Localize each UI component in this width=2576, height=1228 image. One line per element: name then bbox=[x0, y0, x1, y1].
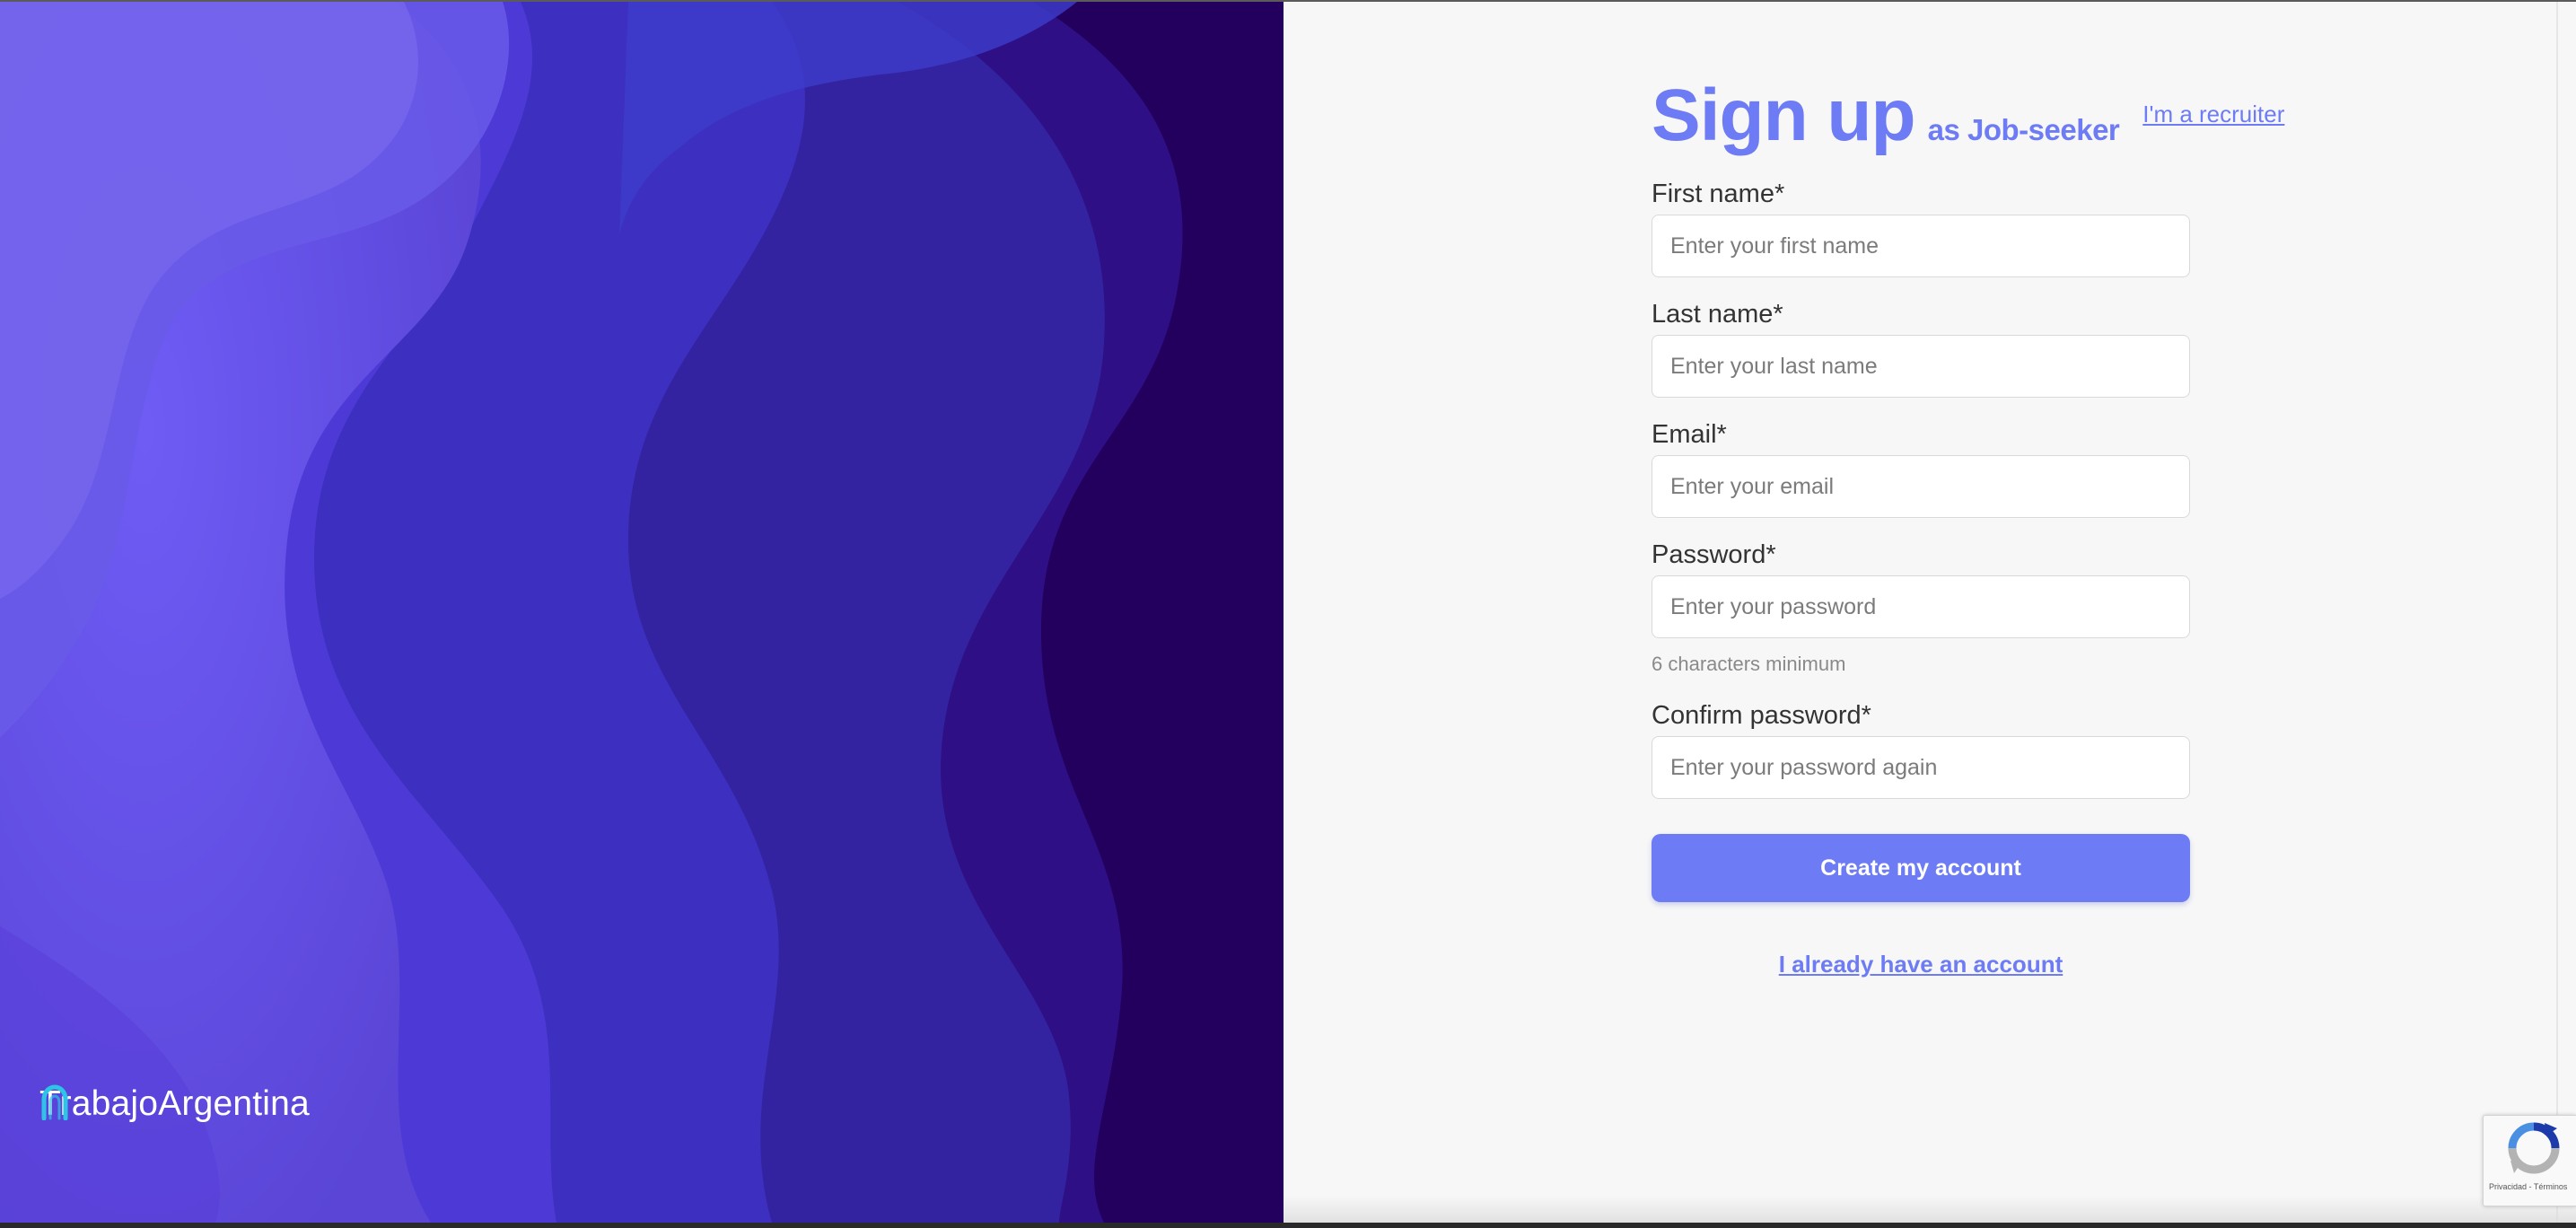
scrollbar-track bbox=[2556, 2, 2558, 1223]
email-label: Email* bbox=[1652, 420, 1727, 449]
last-name-label: Last name* bbox=[1652, 300, 1783, 329]
confirm-password-field[interactable] bbox=[1652, 736, 2190, 799]
panel-bottom-shadow bbox=[1284, 1196, 2576, 1223]
hero-panel: TrabajoArgentina bbox=[0, 2, 1284, 1223]
recruiter-link[interactable]: I'm a recruiter bbox=[2142, 101, 2284, 128]
first-name-label: First name* bbox=[1652, 180, 1785, 208]
create-account-button[interactable]: Create my account bbox=[1652, 834, 2190, 902]
page-subtitle: as Job-seeker bbox=[1927, 113, 2120, 146]
signup-page: TrabajoArgentina Sign up as Job-seeker I… bbox=[0, 2, 2576, 1223]
password-hint: 6 characters minimum bbox=[1652, 653, 1846, 675]
recaptcha-terms[interactable]: Privacidad - Términos bbox=[2489, 1182, 2567, 1191]
window-top-border bbox=[0, 0, 2576, 2]
page-heading: Sign up as Job-seeker I'm a recruiter bbox=[1652, 74, 2284, 158]
password-label: Password* bbox=[1652, 540, 1776, 569]
first-name-field[interactable] bbox=[1652, 215, 2190, 277]
trabajo-logo-icon bbox=[41, 1084, 68, 1120]
recaptcha-icon bbox=[2508, 1122, 2560, 1174]
login-link[interactable]: I already have an account bbox=[1652, 951, 2190, 978]
brand-logo: TrabajoArgentina bbox=[39, 1084, 310, 1124]
recaptcha-badge[interactable]: Privacidad - Términos bbox=[2483, 1115, 2576, 1206]
confirm-password-label: Confirm password* bbox=[1652, 701, 1871, 730]
page-title: Sign up bbox=[1652, 75, 1916, 156]
window-bottom-border bbox=[0, 1223, 2576, 1228]
email-field[interactable] bbox=[1652, 455, 2190, 518]
wave-background-illustration bbox=[0, 2, 1284, 1223]
password-field[interactable] bbox=[1652, 575, 2190, 638]
brand-name: TrabajoArgentina bbox=[39, 1084, 310, 1123]
last-name-field[interactable] bbox=[1652, 335, 2190, 398]
